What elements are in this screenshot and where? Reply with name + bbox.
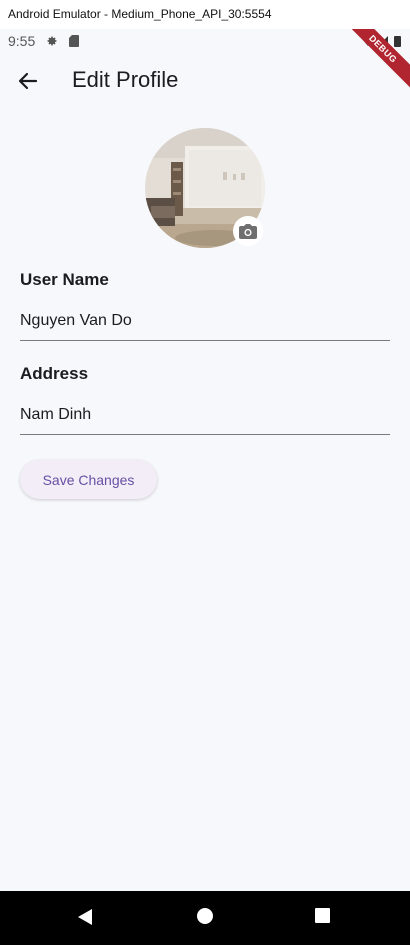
nav-recents-icon[interactable] (315, 908, 330, 923)
save-changes-button[interactable]: Save Changes (20, 460, 157, 499)
nav-back-icon[interactable] (76, 908, 94, 926)
user-name-field[interactable] (20, 301, 390, 341)
app-bar: Edit Profile (0, 53, 410, 109)
camera-icon (239, 224, 257, 239)
page-title: Edit Profile (72, 67, 179, 92)
user-name-label: User Name (20, 270, 109, 289)
change-photo-button[interactable] (233, 216, 263, 246)
sd-card-icon (69, 35, 79, 47)
status-bar: 9:55 (0, 29, 410, 53)
nav-home-icon[interactable] (197, 908, 213, 924)
address-label: Address (20, 364, 89, 383)
address-field[interactable] (20, 395, 390, 435)
arrow-back-icon[interactable] (12, 65, 44, 97)
gear-icon (47, 36, 57, 46)
emulator-window-title: Android Emulator - Medium_Phone_API_30:5… (0, 0, 410, 29)
status-time: 9:55 (8, 33, 36, 49)
avatar-container[interactable] (145, 128, 265, 248)
android-navigation-bar (0, 891, 410, 945)
